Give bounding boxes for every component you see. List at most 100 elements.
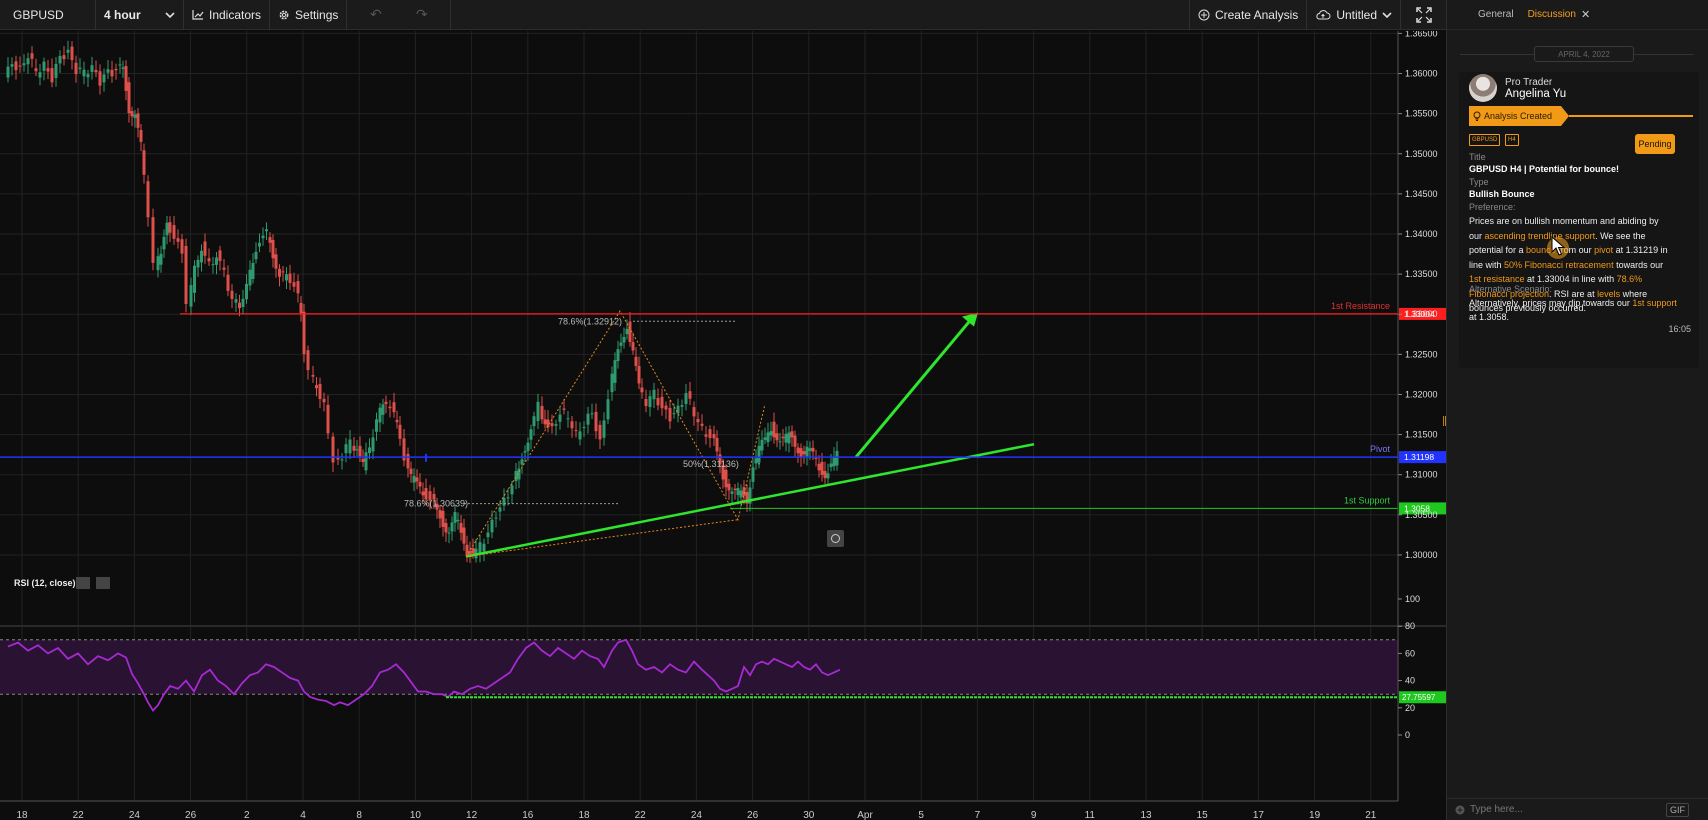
candle-body xyxy=(456,519,460,522)
undo-icon[interactable]: ↶ xyxy=(370,6,382,23)
gif-button[interactable]: GIF xyxy=(1666,802,1689,817)
candle-body xyxy=(799,448,803,458)
x-tick-label: 15 xyxy=(1197,810,1209,820)
rsi-tick-label: 60 xyxy=(1405,648,1415,658)
candle-body xyxy=(590,413,594,415)
x-tick-label: 13 xyxy=(1140,810,1152,820)
candle-body xyxy=(775,433,779,441)
tab-discussion[interactable]: Discussion ✕ xyxy=(1528,8,1591,21)
chart-toolbar: GBPUSD 4 hour Indicators Settings ↶ ↷ Cr… xyxy=(0,0,1446,30)
tab-general[interactable]: General xyxy=(1478,9,1514,20)
layout-dropdown[interactable]: Untitled xyxy=(1306,0,1400,30)
x-tick-label: 26 xyxy=(747,810,759,820)
x-tick-label: 30 xyxy=(803,810,815,820)
candle-body xyxy=(251,262,255,279)
candle-body xyxy=(835,450,839,466)
candle-body xyxy=(261,235,265,239)
candle-body xyxy=(540,405,544,420)
redo-icon[interactable]: ↷ xyxy=(416,6,428,23)
candle-body xyxy=(98,71,102,86)
author-block: Pro Trader Angelina Yu xyxy=(1505,77,1566,100)
x-tick-label: 16 xyxy=(522,810,534,820)
candle-body xyxy=(395,419,399,423)
add-icon[interactable] xyxy=(1455,805,1465,815)
candle-body xyxy=(631,342,635,351)
candle-body xyxy=(441,510,445,527)
candle-body xyxy=(438,510,442,519)
timeframe-label: 4 hour xyxy=(104,7,141,22)
message-composer[interactable]: Type here... GIF xyxy=(1447,798,1708,820)
candle-body xyxy=(558,414,562,422)
candle-body xyxy=(796,447,800,454)
candle-body xyxy=(348,439,352,454)
candle-body xyxy=(676,405,680,414)
candle-body xyxy=(110,69,114,77)
candle-body xyxy=(578,431,582,440)
status-label: Analysis Created xyxy=(1484,111,1553,121)
price-tick-label: 1.35000 xyxy=(1405,149,1438,159)
desc-text: towards our xyxy=(1613,259,1664,270)
x-tick-label: 9 xyxy=(1031,810,1037,820)
trading-app: GBPUSD 4 hour Indicators Settings ↶ ↷ Cr… xyxy=(0,0,1708,820)
indicators-button[interactable]: Indicators xyxy=(184,0,271,30)
candle-body xyxy=(619,342,623,346)
candle-body xyxy=(696,418,700,423)
indicators-icon xyxy=(192,9,204,20)
lightbulb-icon xyxy=(1473,111,1481,121)
candle-body xyxy=(506,497,510,499)
desc-text: at 1.33004 in line with xyxy=(1524,274,1617,284)
composer-placeholder[interactable]: Type here... xyxy=(1470,804,1523,815)
symbol-selector[interactable]: GBPUSD xyxy=(0,0,96,30)
timeframe-dropdown[interactable]: 4 hour xyxy=(96,0,184,30)
candle-body xyxy=(296,281,300,294)
candle-body xyxy=(510,485,514,495)
analysis-marker-icon xyxy=(827,530,844,547)
timeframe-tag: H4 xyxy=(1505,134,1519,146)
panel-tabs: General Discussion ✕ xyxy=(1447,0,1708,30)
candle-body xyxy=(664,405,668,410)
layout-name: Untitled xyxy=(1336,7,1377,22)
x-tick-label: 11 xyxy=(1085,810,1096,820)
candle-body xyxy=(172,225,176,239)
fullscreen-button[interactable] xyxy=(1400,0,1446,30)
candle-body xyxy=(763,437,767,440)
candle-body xyxy=(268,237,272,243)
pending-button[interactable]: Pending xyxy=(1635,134,1675,154)
settings-button[interactable]: Settings xyxy=(270,0,348,30)
candle-body xyxy=(162,236,166,250)
x-tick-label: 7 xyxy=(975,810,981,820)
chart-area[interactable]: 78.6%(1.32912) 78.6%(1.30639) 50%(1.31136)… xyxy=(0,28,1446,820)
candle-body xyxy=(6,66,10,78)
candle-body xyxy=(570,421,574,429)
candle-body xyxy=(26,58,30,65)
chart-canvas[interactable]: 78.6%(1.32912) 78.6%(1.30639) 50%(1.31136)… xyxy=(0,28,1446,820)
candle-body xyxy=(817,463,821,471)
candle-body xyxy=(292,282,296,287)
settings-label: Settings xyxy=(295,7,339,22)
create-analysis-button[interactable]: Create Analysis xyxy=(1188,0,1306,30)
author-name: Angelina Yu xyxy=(1505,87,1567,100)
chevron-down-icon xyxy=(165,11,175,18)
candle-body xyxy=(586,413,590,425)
candle-body xyxy=(344,444,348,454)
level-name-label: Pivot xyxy=(1370,444,1391,454)
candle-body xyxy=(352,445,356,451)
candle-body xyxy=(30,53,34,59)
candle-body xyxy=(727,483,731,491)
candle-body xyxy=(625,328,629,335)
candle-body xyxy=(724,469,728,488)
close-icon[interactable]: ✕ xyxy=(1581,8,1590,21)
alt-highlight: 1st support xyxy=(1632,298,1677,308)
x-tick-label: 12 xyxy=(466,810,478,820)
price-tick-label: 1.34500 xyxy=(1405,189,1438,199)
candle-body xyxy=(421,491,425,496)
rsi-title: RSI (12, close) xyxy=(14,578,76,588)
candle-body xyxy=(203,241,207,256)
status-badge: Analysis Created xyxy=(1469,106,1569,126)
candle-body xyxy=(146,181,150,218)
candle-body xyxy=(114,68,118,71)
indicators-label: Indicators xyxy=(209,7,262,22)
candle-body xyxy=(230,290,234,299)
candle-body xyxy=(218,250,222,261)
candle-body xyxy=(133,114,137,118)
